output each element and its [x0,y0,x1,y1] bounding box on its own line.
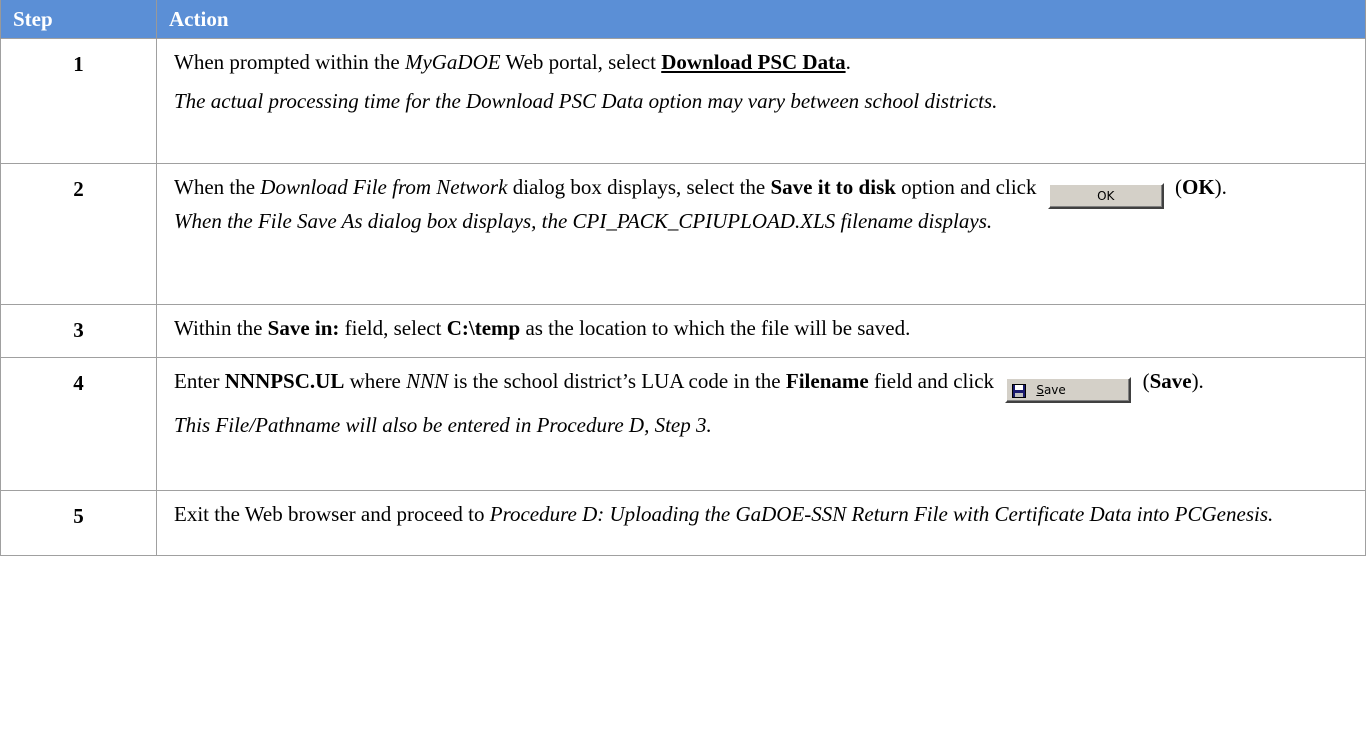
step-note: The actual processing time for the Downl… [174,89,998,113]
step-action: When prompted within the MyGaDOE Web por… [156,38,1366,164]
step-action: Within the Save in: field, select C:\tem… [156,304,1366,358]
table-row: 2 When the Download File from Network di… [0,163,1366,305]
step-instruction: Exit the Web browser and proceed to Proc… [174,502,1274,526]
step-instruction: When prompted within the MyGaDOE Web por… [174,50,851,74]
step-number: 4 [0,357,157,491]
step-number: 1 [0,38,157,164]
floppy-disk-icon [1012,383,1027,405]
table-row: 5 Exit the Web browser and proceed to Pr… [0,490,1366,556]
table-row: 1 When prompted within the MyGaDOE Web p… [0,38,1366,164]
step-instruction: When the Download File from Network dial… [174,175,1351,209]
step-instruction: Enter NNNPSC.UL where NNN is the school … [174,369,1351,403]
step-note: This File/Pathname will also be entered … [174,413,712,437]
header-action: Action [156,0,1366,39]
ok-button: OK [1047,183,1164,209]
header-row: Step Action [0,0,1366,39]
table-row: 4 Enter NNNPSC.UL where NNN is the schoo… [0,357,1366,491]
step-action: Exit the Web browser and proceed to Proc… [156,490,1366,556]
step-number: 2 [0,163,157,305]
step-action: When the Download File from Network dial… [156,163,1366,305]
step-action: Enter NNNPSC.UL where NNN is the school … [156,357,1366,491]
step-instruction: Within the Save in: field, select C:\tem… [174,316,911,340]
download-psc-data-link: Download PSC Data [661,50,846,74]
step-number: 5 [0,490,157,556]
header-step: Step [0,0,157,39]
steps-table: Step Action 1 When prompted within the M… [0,0,1366,556]
save-button: Save [1005,377,1132,405]
table-row: 3 Within the Save in: field, select C:\t… [0,304,1366,358]
step-note: When the File Save As dialog box display… [174,209,993,233]
step-number: 3 [0,304,157,358]
